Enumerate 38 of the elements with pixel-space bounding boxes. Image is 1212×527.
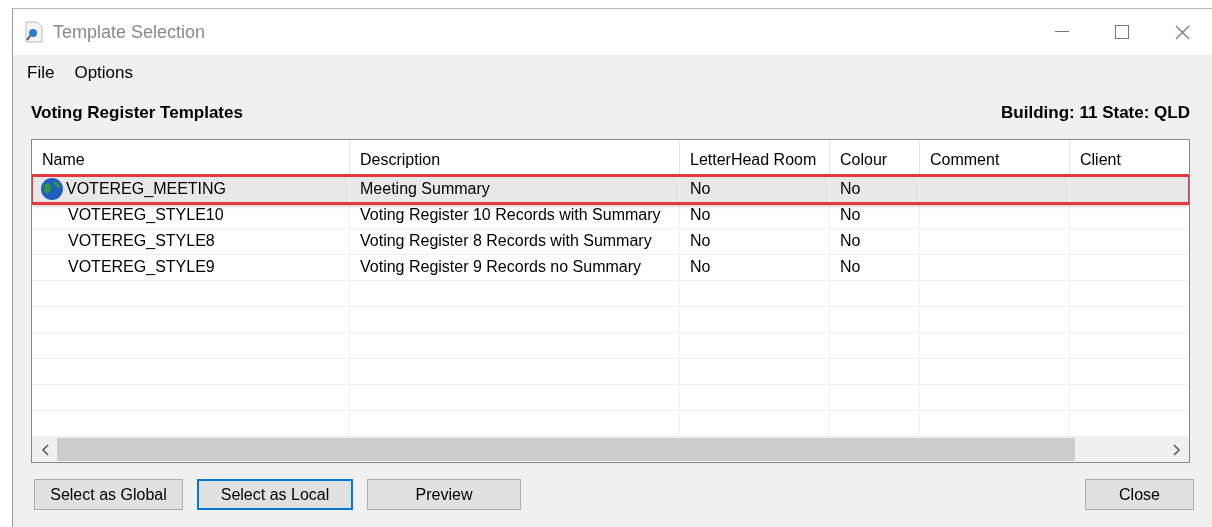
table-cell: VOTEREG_STYLE10 [68, 206, 224, 225]
building-info: Building: 11 State: QLD [1001, 103, 1190, 123]
action-button[interactable]: Select as Local [197, 479, 353, 510]
scrollbar-thumb[interactable] [57, 438, 1076, 461]
table-cell: VOTEREG_STYLE9 [68, 258, 215, 277]
column-header[interactable]: Client [1070, 140, 1189, 177]
maximize-icon[interactable] [1115, 25, 1129, 39]
table-cell: VOTEREG_MEETING [66, 179, 227, 198]
table-cell: Voting Register 10 Records with Summary [360, 206, 661, 225]
menu-item[interactable]: File [19, 61, 63, 85]
app-icon [23, 21, 45, 43]
window-title: Template Selection [53, 21, 207, 43]
table-cell: No [690, 258, 711, 277]
table-cell: VOTEREG_STYLE8 [68, 232, 215, 251]
section-title: Voting Register Templates [31, 103, 243, 123]
table-cell: No [690, 206, 711, 225]
table-row[interactable]: VOTEREG_STYLE9 Voting Register 9 Records no Summary No No [32, 254, 1189, 281]
table-row[interactable]: VOTEREG_STYLE10 Voting Register 10 Records with Summary No No [32, 202, 1189, 229]
table-cell: No [840, 258, 861, 277]
table-cell: No [840, 232, 861, 251]
action-button[interactable]: Select as Global [34, 479, 183, 510]
table-cell: Voting Register 9 Records no Summary [360, 258, 641, 277]
table-cell: Voting Register 8 Records with Summary [360, 232, 652, 251]
table-row[interactable]: VOTEREG_MEETING Meeting Summary No No [32, 176, 1189, 203]
minimize-icon[interactable] [1055, 31, 1069, 33]
scroll-left-icon[interactable] [40, 443, 49, 456]
action-button[interactable]: Preview [367, 479, 521, 510]
table-row[interactable]: VOTEREG_STYLE8 Voting Register 8 Records with Summary No No [32, 228, 1189, 255]
table-cell: No [690, 232, 711, 251]
globe-icon [40, 176, 64, 201]
table-cell: No [690, 179, 711, 198]
scroll-right-icon[interactable] [1172, 443, 1181, 456]
table-cell: Meeting Summary [360, 179, 490, 198]
close-button[interactable]: Close [1085, 479, 1194, 510]
table-cell: No [840, 206, 861, 225]
table-cell: No [840, 179, 861, 198]
close-icon[interactable] [1174, 24, 1190, 40]
menu-item[interactable]: Options [66, 61, 141, 85]
